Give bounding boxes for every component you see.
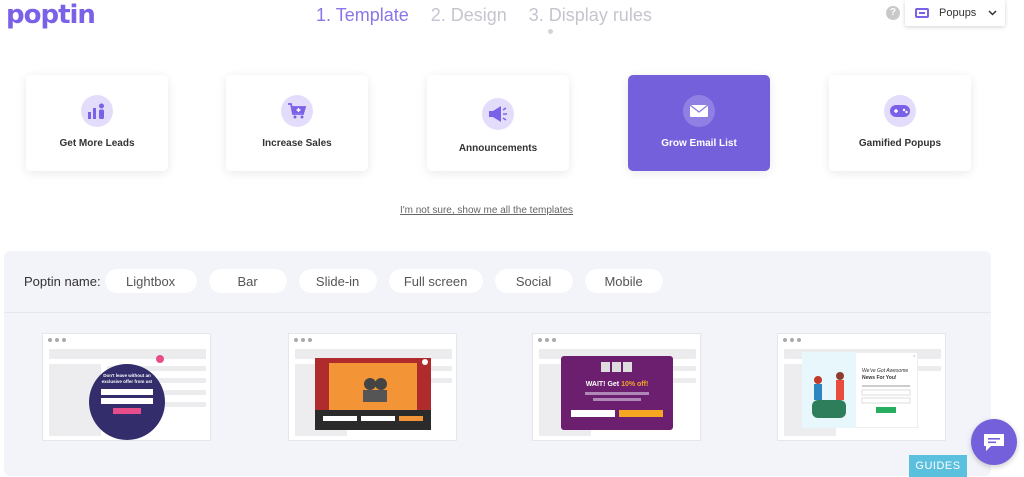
popup-type-select[interactable]: Popups <box>905 0 1005 26</box>
category-label: Increase Sales <box>262 138 332 149</box>
filter-mobile[interactable]: Mobile <box>584 269 663 293</box>
panel-divider <box>4 312 991 313</box>
template-card-bar[interactable] <box>288 333 457 441</box>
category-label: Get More Leads <box>59 138 135 149</box>
filter-bar[interactable]: Bar <box>208 269 287 293</box>
show-all-templates-link[interactable]: I'm not sure, show me all the templates <box>0 205 973 216</box>
category-label: Gamified Popups <box>858 138 942 149</box>
category-label: Announcements <box>458 143 538 154</box>
filter-full-screen[interactable]: Full screen <box>388 269 483 293</box>
category-label: Grow Email List <box>661 138 737 149</box>
lightbox-preview: Don't leave without an exclusive offer f… <box>89 355 165 440</box>
templates-panel: Poptin name: Lightbox Bar Slide-in Full … <box>4 251 991 476</box>
chat-bubble-icon <box>984 434 1004 451</box>
step-template[interactable]: 1. Template <box>316 4 409 26</box>
category-gamified-popups[interactable]: Gamified Popups <box>829 75 971 171</box>
svg-text:exclusive offer from us!: exclusive offer from us! <box>102 379 153 384</box>
template-card-countdown[interactable]: WAIT! Get 10% off! <box>532 333 701 441</box>
step-display-rules[interactable]: 3. Display rules <box>529 4 652 26</box>
filter-slide-in[interactable]: Slide-in <box>298 269 377 293</box>
chevron-down-icon <box>988 10 997 16</box>
category-increase-sales[interactable]: Increase Sales <box>226 75 368 171</box>
category-announcements[interactable]: Announcements <box>427 75 569 171</box>
news-preview: We've Got Awesome News For You! × <box>802 352 918 428</box>
popup-window-icon <box>915 8 929 18</box>
megaphone-icon <box>482 98 514 130</box>
help-icon[interactable]: ? <box>886 6 900 20</box>
svg-text:News For You!: News For You! <box>862 375 897 381</box>
wizard-steps: 1. Template 2. Design 3. Display rules <box>316 4 652 26</box>
top-bar: poptin 1. Template 2. Design 3. Display … <box>0 0 1024 34</box>
poptin-name-label: Poptin name: <box>24 273 101 289</box>
leads-chart-icon <box>81 95 113 127</box>
svg-text:We've Got Awesome: We've Got Awesome <box>862 368 908 374</box>
step-indicator-dot <box>548 29 553 34</box>
bar-preview <box>315 358 431 430</box>
envelope-icon <box>683 95 715 127</box>
poptin-type-filters: Poptin name: Lightbox Bar Slide-in Full … <box>24 269 675 293</box>
cart-plus-icon <box>281 95 313 127</box>
poptin-logo[interactable]: poptin <box>6 0 96 30</box>
popup-type-label: Popups <box>939 7 977 19</box>
category-get-more-leads[interactable]: Get More Leads <box>26 75 168 171</box>
chat-button[interactable] <box>971 419 1017 465</box>
filter-lightbox[interactable]: Lightbox <box>104 269 197 293</box>
category-grow-email-list[interactable]: Grow Email List <box>628 75 770 171</box>
step-design[interactable]: 2. Design <box>431 4 507 26</box>
gamepad-icon <box>884 95 916 127</box>
filter-social[interactable]: Social <box>494 269 573 293</box>
svg-text:WAIT! Get 10% off!: WAIT! Get 10% off! <box>586 381 649 388</box>
svg-text:Don't leave without an: Don't leave without an <box>103 373 151 378</box>
template-card-news[interactable]: We've Got Awesome News For You! × <box>777 333 946 441</box>
goal-categories: Get More Leads Increase Sales Announceme… <box>0 75 1024 171</box>
template-card-lightbox[interactable]: Don't leave without an exclusive offer f… <box>42 333 211 441</box>
countdown-preview: WAIT! Get 10% off! <box>561 356 673 430</box>
